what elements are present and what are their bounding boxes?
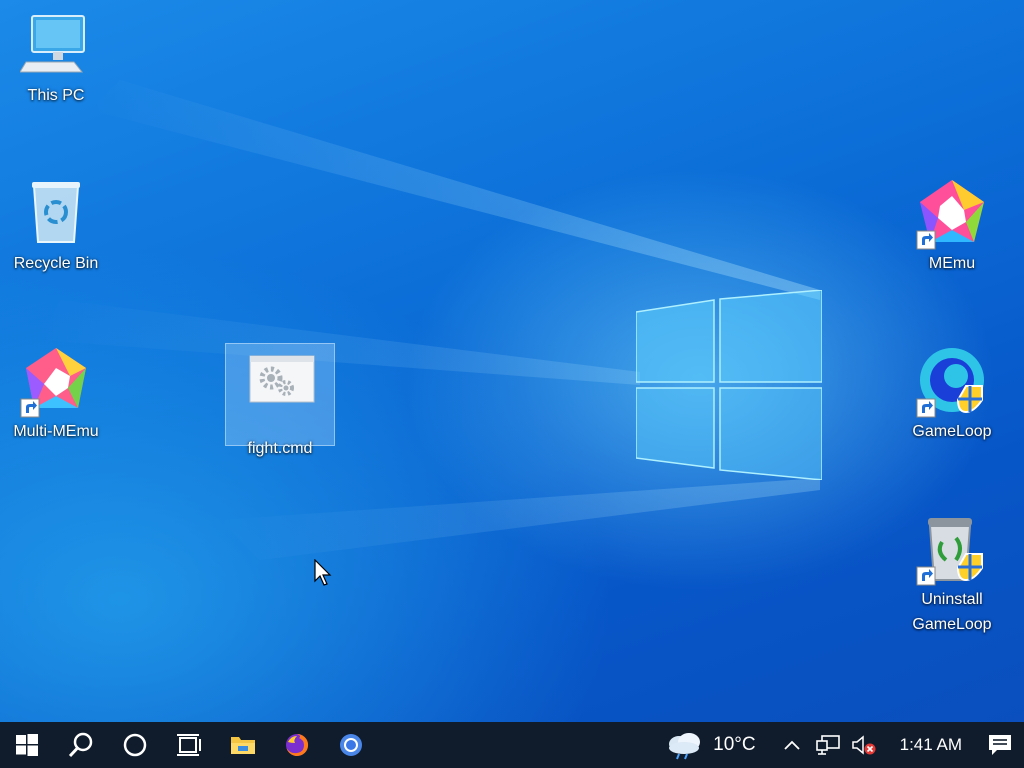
taskbar: 10°C 1:41 AM (0, 722, 1024, 768)
system-tray: 10°C 1:41 AM (659, 722, 1024, 768)
desktop-icon-this-pc[interactable]: This PC (4, 10, 108, 108)
shortcut-arrow-icon (20, 398, 40, 418)
action-center-button[interactable] (976, 722, 1024, 768)
cloud-rain-icon (669, 733, 701, 760)
weather-widget[interactable]: 10°C (659, 722, 761, 768)
desktop-icon-uninstall-gameloop[interactable]: Uninstall GameLoop (900, 514, 1004, 637)
shortcut-arrow-icon (916, 566, 936, 586)
taskbar-chrome[interactable] (324, 722, 378, 768)
clock-time: 1:41 AM (899, 735, 962, 754)
weather-temperature: 10°C (713, 734, 756, 755)
chevron-up-icon (783, 740, 800, 750)
desktop-icon-label: MEmu (928, 255, 976, 272)
cmd-file-icon (249, 355, 315, 403)
recycle-bin-icon (32, 182, 80, 243)
mouse-cursor-icon (314, 559, 332, 586)
windows-start-icon (16, 734, 38, 756)
firefox-icon (286, 733, 309, 756)
desktop[interactable]: This PC Recycle Bin Multi-MEmu fight.cmd… (0, 0, 1024, 722)
desktop-icon-gameloop[interactable]: GameLoop (900, 346, 1004, 444)
network-ethernet-icon (815, 735, 840, 755)
this-pc-icon (19, 15, 85, 73)
shortcut-arrow-icon (916, 230, 936, 250)
desktop-icon-recycle-bin[interactable]: Recycle Bin (4, 178, 108, 276)
file-explorer-icon (231, 737, 255, 754)
show-hidden-icons-button[interactable] (774, 722, 810, 768)
desktop-icon-label: GameLoop (912, 423, 992, 440)
shortcut-arrow-icon (916, 398, 936, 418)
clock[interactable]: 1:41 AM (882, 722, 976, 768)
windows-logo-wallpaper (636, 290, 822, 480)
start-button[interactable] (0, 722, 54, 768)
desktop-icon-label: Multi-MEmu (13, 423, 99, 440)
volume-button[interactable] (846, 722, 882, 768)
search-button[interactable] (54, 722, 108, 768)
desktop-icon-multi-memu[interactable]: Multi-MEmu (4, 346, 108, 444)
task-view-button[interactable] (162, 722, 216, 768)
taskbar-firefox[interactable] (270, 722, 324, 768)
cortana-button[interactable] (108, 722, 162, 768)
taskbar-file-explorer[interactable] (216, 722, 270, 768)
cortana-icon (123, 733, 147, 757)
search-icon (68, 732, 93, 758)
desktop-icon-label: fight.cmd (247, 440, 313, 457)
wallpaper-light-beams (40, 80, 820, 560)
desktop-icon-label: Recycle Bin (13, 255, 99, 272)
notification-icon (989, 735, 1011, 755)
network-button[interactable] (810, 722, 846, 768)
desktop-icon-fight-cmd[interactable]: fight.cmd (225, 343, 335, 457)
task-view-icon (177, 734, 201, 756)
chrome-icon (340, 734, 362, 756)
volume-muted-icon (851, 735, 876, 755)
desktop-icon-label: Uninstall GameLoop (912, 591, 992, 633)
desktop-icon-label: This PC (27, 87, 85, 104)
desktop-icon-memu[interactable]: MEmu (900, 178, 1004, 276)
